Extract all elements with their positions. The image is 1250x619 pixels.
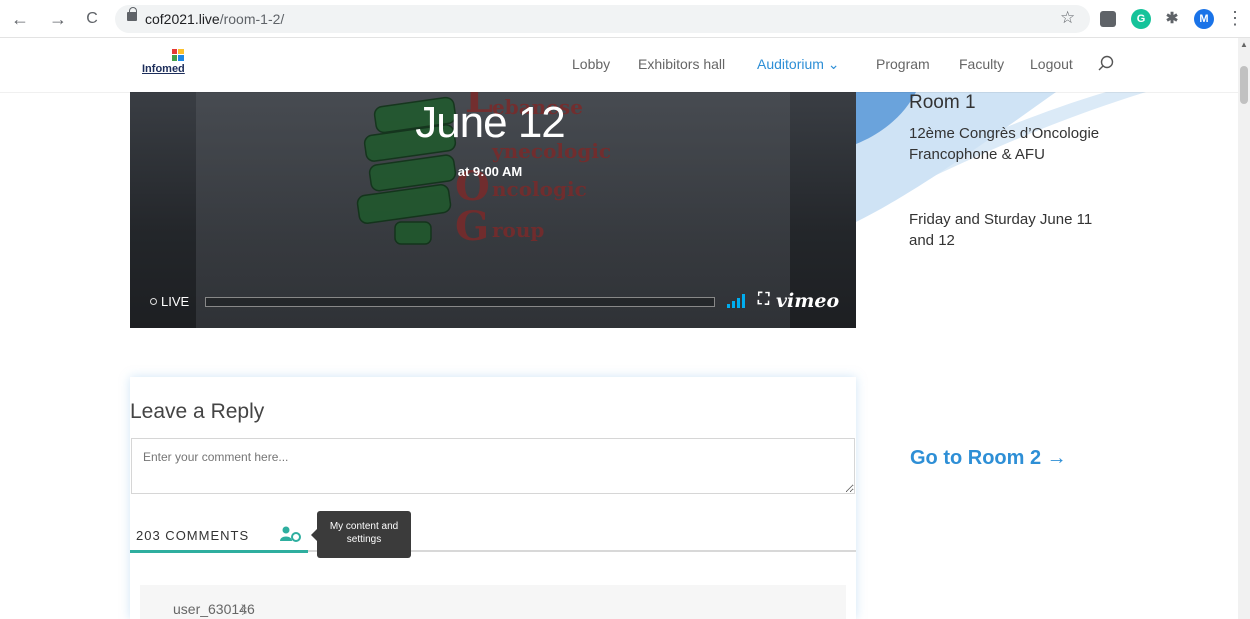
go-to-room-2-link[interactable]: Go to Room 2 → (910, 447, 1067, 470)
live-indicator-icon (150, 298, 157, 305)
leave-reply-title: Leave a Reply (130, 400, 265, 423)
logo-mark-icon (172, 49, 184, 61)
nav-auditorium[interactable]: Auditorium ⌄ (757, 56, 840, 73)
volume-icon[interactable] (727, 294, 747, 308)
comments-section: Leave a Reply 203 COMMENTS My content an… (130, 377, 856, 619)
nav-logout[interactable]: Logout (1030, 56, 1073, 72)
room-description: 12ème Congrès d’Oncologie Francophone & … (909, 125, 1100, 163)
bookmark-star-icon[interactable]: ☆ (1060, 8, 1075, 28)
search-icon[interactable] (1098, 55, 1114, 71)
scroll-thumb[interactable] (1240, 66, 1248, 104)
video-date: June 12 (415, 98, 566, 147)
nav-program[interactable]: Program (876, 56, 930, 72)
rss-icon[interactable]: 〻 (238, 601, 250, 618)
nav-exhibitors-hall[interactable]: Exhibitors hall (638, 56, 725, 72)
url-domain: cof2021.live (145, 11, 220, 27)
fullscreen-icon[interactable]: ⛶ (758, 291, 769, 309)
video-player[interactable]: L ebanese ynecologic ncologic G roup O J… (130, 92, 856, 328)
comment-input[interactable] (131, 438, 855, 494)
progress-bar[interactable] (205, 297, 715, 307)
grammarly-icon[interactable]: G (1131, 9, 1151, 29)
page-scrollbar[interactable]: ▲ (1238, 38, 1250, 619)
lock-icon (127, 7, 137, 21)
site-logo[interactable]: Infomed (142, 49, 196, 81)
extension-icon[interactable] (1100, 11, 1116, 27)
site-header: Infomed Lobby Exhibitors hall Auditorium… (0, 38, 1238, 92)
address-bar[interactable]: cof2021.live/room-1-2/ ☆ (115, 5, 1090, 33)
nav-faculty[interactable]: Faculty (959, 56, 1004, 72)
vimeo-logo[interactable]: vimeo (776, 290, 839, 312)
nav-lobby[interactable]: Lobby (572, 56, 610, 72)
logo-text: Infomed (142, 63, 185, 75)
logo-letters-3: ncologic (492, 177, 587, 201)
tooltip: My content and settings (311, 511, 411, 558)
back-icon[interactable]: ← (8, 7, 32, 31)
url-text: cof2021.live/room-1-2/ (145, 11, 284, 27)
url-path: /room-1-2/ (219, 11, 285, 27)
comment-list: user_630146 〻 (140, 585, 846, 619)
user-settings-icon[interactable] (280, 526, 302, 542)
svg-text:G: G (455, 203, 489, 250)
player-controls: LIVE ⛶ vimeo (130, 288, 856, 316)
video-time: at 9:00 AM (457, 164, 523, 179)
room-dates: Friday and Sturday June 11 and 12 (909, 211, 1093, 249)
forward-icon[interactable]: → (46, 7, 70, 31)
puzzle-extensions-icon[interactable]: ✱ (1162, 9, 1182, 29)
browser-toolbar: ← → C cof2021.live/room-1-2/ ☆ G ✱ M ⋮ (0, 0, 1250, 38)
room-title: Room 1 (909, 92, 976, 113)
live-label: LIVE (161, 294, 190, 309)
comments-count-tab[interactable]: 203 COMMENTS (136, 528, 249, 543)
browser-menu-icon[interactable]: ⋮ (1226, 8, 1244, 28)
reload-icon[interactable]: C (80, 7, 104, 31)
profile-avatar[interactable]: M (1194, 9, 1214, 29)
scroll-up-icon[interactable]: ▲ (1240, 40, 1248, 49)
logo-letters-4: roup (492, 218, 544, 242)
tab-active-indicator (130, 550, 308, 553)
